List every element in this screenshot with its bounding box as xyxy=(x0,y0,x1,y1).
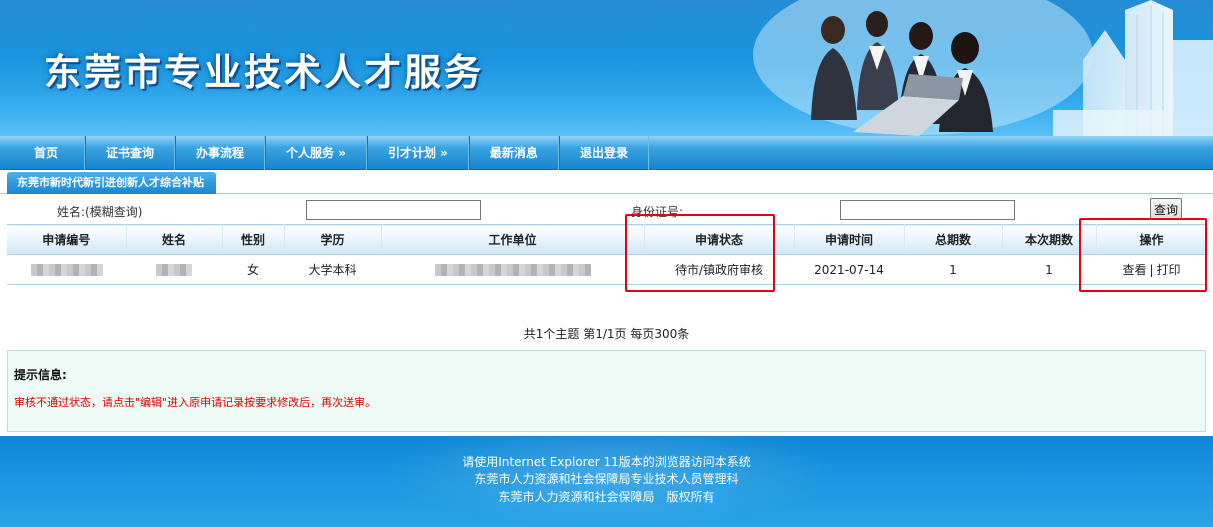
nav-home[interactable]: 首页 xyxy=(8,136,86,170)
cell-work-unit xyxy=(381,254,644,285)
print-link[interactable]: 打印 xyxy=(1157,263,1181,277)
tip-panel: 提示信息: 审核不通过状态，请点击"编辑"进入原申请记录按要求修改后，再次送审。 xyxy=(7,350,1206,432)
view-link[interactable]: 查看 xyxy=(1122,263,1146,277)
footer-copyright: 东莞市人力资源和社会保障局 版权所有 xyxy=(498,490,715,504)
nav-certificate-query[interactable]: 证书查询 xyxy=(85,136,176,170)
subtab-bar: 东莞市新时代新引进创新人才综合补贴 xyxy=(0,170,1213,194)
footer-browser-note: 请使用Internet Explorer 11版本的浏览器访问本系统 xyxy=(462,455,751,469)
site-title: 东莞市专业技术人才服务 xyxy=(44,51,484,94)
cell-total-periods: 1 xyxy=(904,254,1002,285)
redacted-block xyxy=(30,264,103,276)
name-search-label: 姓名:(模糊查询) xyxy=(57,205,143,219)
cell-actions: 查看 | 打印 xyxy=(1096,254,1207,285)
col-name: 姓名 xyxy=(126,224,223,255)
col-total-periods: 总期数 xyxy=(904,224,1003,255)
main-nav: 首页 证书查询 办事流程 个人服务 » 引才计划 » 最新消息 退出登录 xyxy=(0,136,1213,170)
table-row: 女 大学本科 待市/镇政府审核 2021-07-14 1 1 查看 | 打印 xyxy=(7,254,1207,285)
col-education: 学历 xyxy=(284,224,382,255)
redacted-block xyxy=(156,264,192,276)
nav-process[interactable]: 办事流程 xyxy=(175,136,266,170)
cell-status: 待市/镇政府审核 xyxy=(644,254,794,285)
header-banner: 东莞市专业技术人才服务 xyxy=(0,0,1213,136)
cell-education: 大学本科 xyxy=(284,254,381,285)
tip-title: 提示信息: xyxy=(14,368,67,382)
col-actions: 操作 xyxy=(1096,224,1208,255)
tab-subsidy[interactable]: 东莞市新时代新引进创新人才综合补贴 xyxy=(7,172,216,194)
col-current-period: 本次期数 xyxy=(1002,224,1097,255)
id-number-label: 身份证号: xyxy=(631,205,684,219)
name-search-input[interactable] xyxy=(306,200,481,220)
cell-name xyxy=(126,254,222,285)
col-work-unit: 工作单位 xyxy=(381,224,645,255)
banner-people-image xyxy=(753,0,1213,136)
col-status: 申请状态 xyxy=(644,224,795,255)
action-separator: | xyxy=(1149,263,1154,277)
col-gender: 性别 xyxy=(222,224,285,255)
tip-message: 审核不通过状态，请点击"编辑"进入原申请记录按要求修改后，再次送审。 xyxy=(14,396,377,409)
query-button[interactable]: 查询 xyxy=(1150,198,1182,220)
cell-current-period: 1 xyxy=(1002,254,1096,285)
nav-personal-service[interactable]: 个人服务 » xyxy=(265,136,367,170)
col-apply-date: 申请时间 xyxy=(794,224,905,255)
search-form: 姓名:(模糊查询) 身份证号: 查询 xyxy=(7,196,1207,224)
application-table: 申请编号 姓名 性别 学历 工作单位 申请状态 申请时间 总期数 本次期数 操作… xyxy=(7,224,1208,285)
cell-application-no xyxy=(7,254,126,285)
page-footer: 请使用Internet Explorer 11版本的浏览器访问本系统 东莞市人力… xyxy=(0,436,1213,527)
cell-gender: 女 xyxy=(222,254,284,285)
col-application-no: 申请编号 xyxy=(7,224,127,255)
footer-department: 东莞市人力资源和社会保障局专业技术人员管理科 xyxy=(474,472,739,486)
nav-talent-plan[interactable]: 引才计划 » xyxy=(366,136,469,170)
nav-logout[interactable]: 退出登录 xyxy=(558,136,649,170)
id-number-input[interactable] xyxy=(840,200,1015,220)
pagination-info: 共1个主题 第1/1页 每页300条 xyxy=(523,327,690,341)
redacted-block xyxy=(434,264,591,276)
cell-apply-date: 2021-07-14 xyxy=(794,254,904,285)
nav-news[interactable]: 最新消息 xyxy=(468,136,559,170)
table-header-row: 申请编号 姓名 性别 学历 工作单位 申请状态 申请时间 总期数 本次期数 操作 xyxy=(7,224,1208,255)
